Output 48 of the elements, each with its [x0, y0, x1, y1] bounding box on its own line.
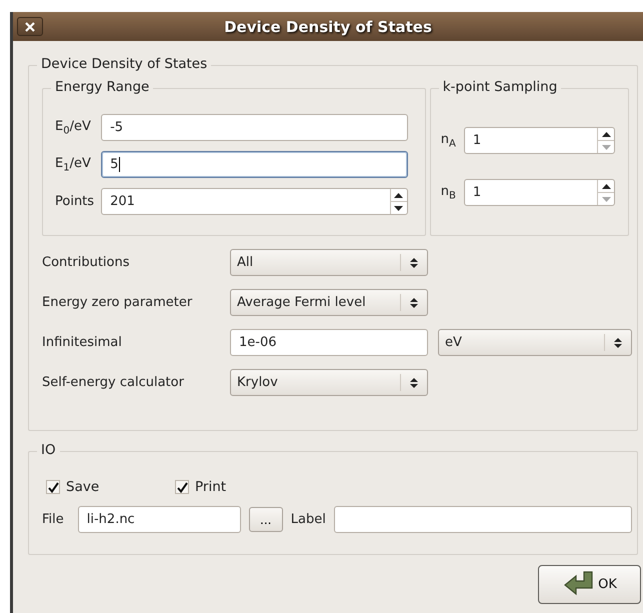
check-mark-icon	[48, 482, 58, 492]
input-field[interactable]: 5	[101, 151, 408, 178]
text-cursor	[119, 157, 120, 172]
dropdown[interactable]: All	[230, 249, 428, 276]
setting-label: Self-energy calculator	[42, 375, 185, 390]
up-down-arrows-icon	[409, 376, 419, 388]
up-down-arrows-icon	[409, 256, 419, 268]
checkbox-label[interactable]: Save	[66, 479, 100, 495]
dropdown[interactable]: Krylov	[230, 369, 428, 396]
input-field[interactable]: 1e-06	[230, 329, 428, 356]
up-down-arrows-icon	[613, 336, 623, 348]
group-title: k-point Sampling	[438, 79, 562, 95]
spin-box[interactable]: 201	[101, 188, 408, 215]
close-button[interactable]	[17, 17, 43, 36]
spin-box[interactable]: 1	[464, 127, 615, 154]
up-arrow-icon	[602, 132, 610, 136]
dropdown[interactable]: eV	[438, 329, 632, 356]
dropdown[interactable]: Average Fermi level	[230, 289, 428, 316]
window-title: Device Density of States	[224, 18, 432, 36]
group-title: Energy Range	[51, 79, 154, 95]
checkbox[interactable]	[175, 480, 189, 494]
browse-button[interactable]: ...	[248, 507, 283, 532]
checkbox-label[interactable]: Print	[195, 479, 226, 495]
setting-label: Contributions	[42, 255, 130, 270]
group-title: Device Density of States	[37, 56, 212, 72]
field-label: n$_{A}$	[440, 132, 456, 150]
field-label: n$_{B}$	[440, 184, 456, 202]
ok-button[interactable]: OK	[538, 565, 641, 604]
input-field[interactable]	[334, 506, 632, 533]
close-icon	[25, 22, 35, 32]
field-label: E$_{0}$/eV	[55, 118, 92, 136]
input-field[interactable]: -5	[101, 114, 408, 141]
down-arrow-icon	[602, 196, 610, 202]
field-label: E$_{1}$/eV	[55, 156, 92, 174]
spin-box[interactable]: 1	[464, 179, 615, 206]
checkbox[interactable]	[46, 480, 60, 494]
up-down-arrows-icon	[409, 296, 419, 308]
setting-label: Energy zero parameter	[42, 295, 194, 310]
check-mark-icon	[176, 482, 188, 492]
up-arrow-icon	[602, 184, 610, 188]
down-arrow-icon	[394, 206, 404, 210]
field-label: File	[42, 512, 64, 527]
field-label: Label	[290, 512, 326, 527]
field-label: Points	[55, 194, 94, 209]
up-arrow-icon	[394, 192, 404, 198]
down-arrow-icon	[602, 144, 610, 150]
setting-label: Infinitesimal	[42, 335, 123, 350]
input-field[interactable]: li-h2.nc	[78, 506, 241, 533]
